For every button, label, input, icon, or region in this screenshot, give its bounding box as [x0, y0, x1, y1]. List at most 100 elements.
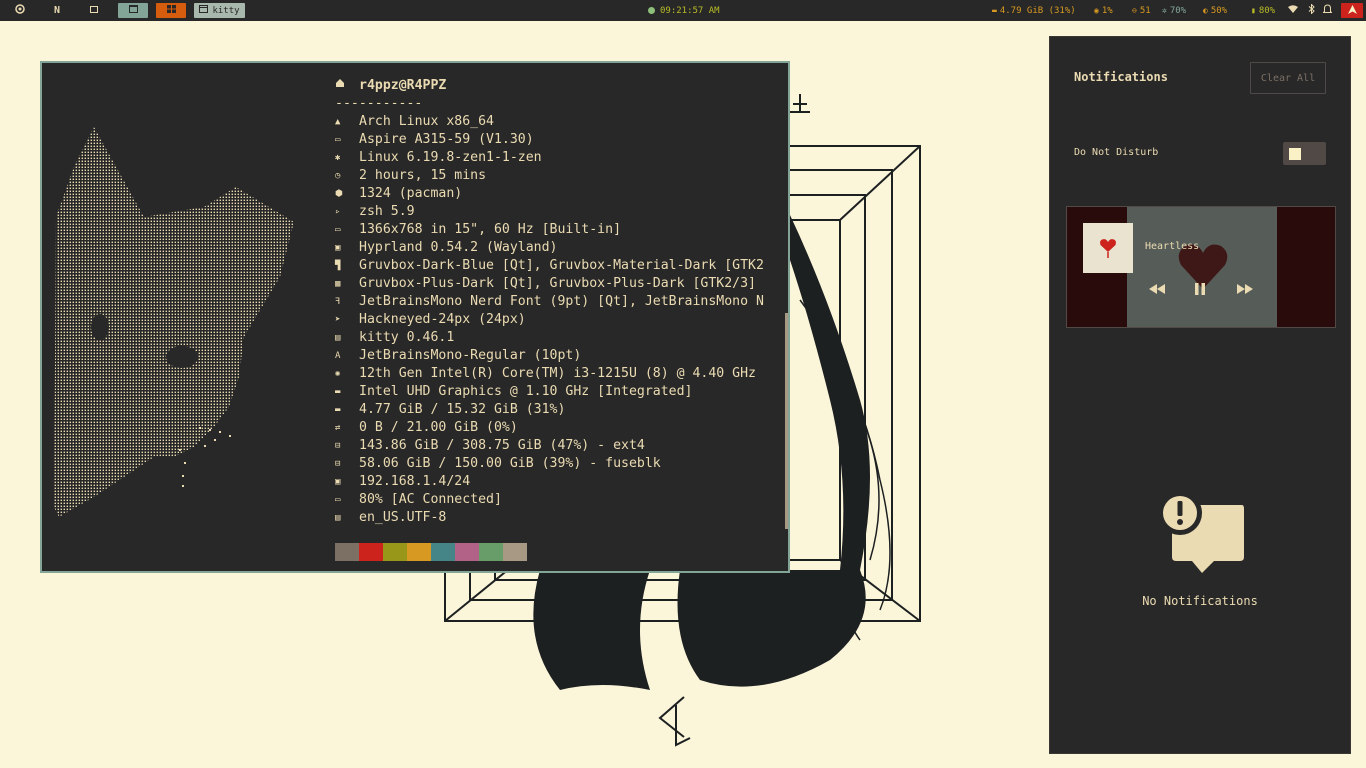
workspace-4-button[interactable]: [156, 3, 186, 18]
disk-icon: ⊟: [335, 441, 341, 451]
color-palette: [335, 543, 527, 561]
memory-status[interactable]: ▬ 4.79 GiB (31%): [992, 0, 1076, 21]
palette-swatch: [383, 543, 407, 561]
info-line-text: Linux 6.19.8-zen1-1-zen: [359, 150, 542, 165]
info-line: ▭ Aspire A315-59 (V1.30): [335, 131, 764, 149]
info-line-text: Arch Linux x86_64: [359, 114, 494, 129]
arch-launcher-button[interactable]: [13, 3, 27, 18]
top-bar: N kitty 09:21:57 AM ▬ 4.79 GiB (31%) ◉ 1…: [0, 0, 1366, 21]
user-host: r4ppz@R4PPZ: [359, 78, 447, 93]
palette-swatch: [407, 543, 431, 561]
locale-icon: ▤: [335, 513, 341, 523]
gpu-icon: ▬: [335, 387, 341, 397]
clock[interactable]: 09:21:57 AM: [648, 0, 720, 21]
laptop-icon: ▭: [335, 135, 341, 145]
clock-text: 09:21:57 AM: [660, 5, 720, 16]
dnd-toggle-knob: [1289, 148, 1301, 160]
palette-swatch: [455, 543, 479, 561]
cursor-icon: ➤: [335, 315, 341, 325]
info-line: ▬ Intel UHD Graphics @ 1.10 GHz [Integrat…: [335, 383, 764, 401]
info-line-text: 1324 (pacman): [359, 186, 463, 201]
font-small-icon: A: [335, 351, 341, 361]
info-line-text: Gruvbox-Plus-Dark [Qt], Gruvbox-Plus-Dar…: [359, 276, 756, 291]
palette-swatch: [479, 543, 503, 561]
info-line-text: Gruvbox-Dark-Blue [Qt], Gruvbox-Material…: [359, 258, 764, 273]
cpu-text: 1%: [1101, 5, 1113, 16]
info-line: ▲ Arch Linux x86_64: [335, 113, 764, 131]
info-line: ▹ zsh 5.9: [335, 203, 764, 221]
info-line-text: Hackneyed-24px (24px): [359, 312, 526, 327]
info-line-text: zsh 5.9: [359, 204, 415, 219]
kitty-terminal-window[interactable]: r4ppz@R4PPZ ----------- ▲ Arch Linux x86_…: [40, 61, 790, 573]
workspace-3-button[interactable]: [118, 3, 148, 18]
notification-bell-button[interactable]: [1322, 0, 1333, 21]
volume-status[interactable]: ◐ 50%: [1203, 0, 1227, 21]
info-line-text: JetBrainsMono Nerd Font (9pt) [Qt], JetB…: [359, 294, 764, 309]
info-line: ⊟ 143.86 GiB / 308.75 GiB (47%) - ext4: [335, 437, 764, 455]
power-button[interactable]: [1341, 3, 1363, 18]
volume-icon: ◐: [1203, 6, 1208, 15]
cpu-status[interactable]: ◉ 1%: [1094, 0, 1113, 21]
notification-title: Notifications: [1074, 70, 1168, 84]
heart-icon: [1100, 239, 1116, 258]
arch-icon: [15, 4, 25, 17]
workspace-2-button[interactable]: [87, 3, 101, 18]
fast-forward-icon: [1237, 284, 1253, 294]
info-line-text: 1366x768 in 15", 60 Hz [Built-in]: [359, 222, 622, 237]
next-button[interactable]: [1237, 283, 1253, 298]
info-line-text: 192.168.1.4/24: [359, 474, 471, 489]
workspace-1-button[interactable]: N: [50, 3, 64, 18]
album-art: [1083, 223, 1133, 273]
wifi-button[interactable]: [1288, 0, 1298, 21]
disk-icon: ⊟: [335, 459, 341, 469]
shell-icon: ▹: [335, 207, 341, 217]
brightness-text: 70%: [1169, 5, 1187, 16]
cpu-icon: ✺: [335, 369, 341, 379]
bluetooth-button[interactable]: [1308, 0, 1315, 21]
thermometer-icon: ⊖: [1132, 6, 1137, 15]
active-window-button[interactable]: kitty: [194, 3, 245, 18]
terminal-scrollbar[interactable]: [785, 313, 788, 529]
grid-icon: [166, 5, 176, 16]
info-line: ▬ 4.77 GiB / 15.32 GiB (31%): [335, 401, 764, 419]
package-icon: ⬢: [335, 189, 343, 199]
brightness-icon: ✲: [1162, 6, 1167, 15]
info-line-text: Aspire A315-59 (V1.30): [359, 132, 534, 147]
arch-icon: ▲: [335, 117, 341, 127]
memory-text: 4.79 GiB (31%): [999, 5, 1076, 16]
brightness-status[interactable]: ✲ 70%: [1162, 0, 1186, 21]
user-host-line: r4ppz@R4PPZ: [335, 77, 764, 95]
info-line-text: en_US.UTF-8: [359, 510, 447, 525]
play-pause-button[interactable]: [1194, 283, 1206, 299]
active-window-label: kitty: [212, 5, 240, 16]
battery-status[interactable]: ▮ 80%: [1251, 0, 1275, 21]
volume-text: 50%: [1210, 5, 1228, 16]
monitor-icon: ▭: [335, 225, 341, 235]
info-line: ⊟ 58.06 GiB / 150.00 GiB (39%) - fuseblk: [335, 455, 764, 473]
pause-icon: [1195, 283, 1205, 295]
clear-all-button[interactable]: Clear All: [1250, 62, 1326, 94]
ip-icon: ▣: [335, 477, 341, 487]
terminal-icon: ▤: [335, 333, 341, 343]
info-line-text: kitty 0.46.1: [359, 330, 455, 345]
info-line-text: 2 hours, 15 mins: [359, 168, 487, 183]
dnd-toggle[interactable]: [1283, 142, 1326, 165]
info-line: ꟻ JetBrainsMono Nerd Font (9pt) [Qt], Jet…: [335, 293, 764, 311]
info-line-text: Hyprland 0.54.2 (Wayland): [359, 240, 558, 255]
previous-button[interactable]: [1149, 283, 1165, 298]
temperature-status[interactable]: ⊖ 51: [1132, 0, 1151, 21]
battery-text: 80%: [1258, 5, 1276, 16]
gear-icon: ✱: [335, 153, 341, 163]
n-icon: N: [53, 5, 61, 16]
temperature-text: 51: [1139, 5, 1151, 16]
info-line: ▭ 1366x768 in 15", 60 Hz [Built-in]: [335, 221, 764, 239]
no-notifications-text: No Notifications: [1142, 594, 1258, 608]
info-line-text: 4.77 GiB / 15.32 GiB (31%): [359, 402, 566, 417]
palette-swatch: [503, 543, 527, 561]
separator-line: -----------: [335, 95, 764, 113]
info-line: ⬢ 1324 (pacman): [335, 185, 764, 203]
media-player: Heartless: [1066, 206, 1336, 328]
info-line: ▦ Gruvbox-Plus-Dark [Qt], Gruvbox-Plus-Da…: [335, 275, 764, 293]
info-line-text: 80% [AC Connected]: [359, 492, 502, 507]
battery-icon: ▭: [335, 495, 341, 505]
